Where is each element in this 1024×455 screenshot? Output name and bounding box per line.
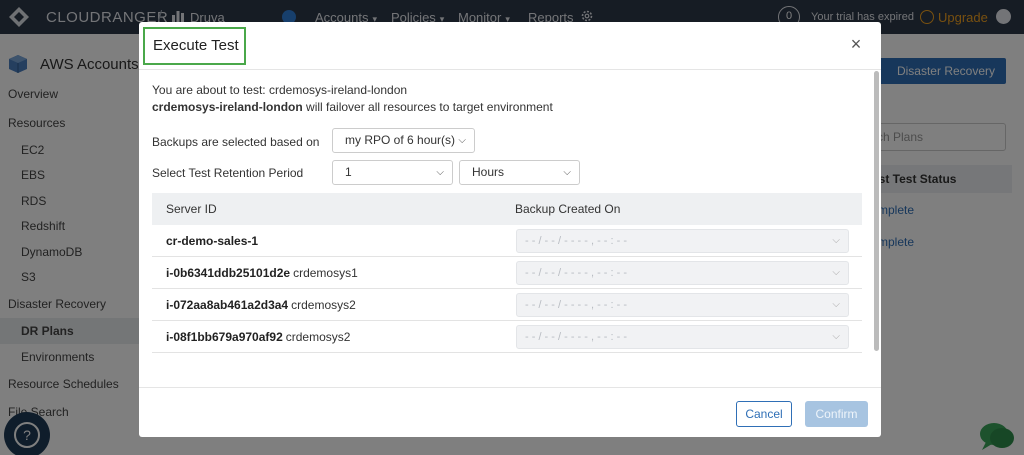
chevron-down-icon: ⌵ — [436, 167, 444, 178]
chevron-down-icon: ⌵ — [832, 331, 840, 342]
close-button[interactable]: × — [847, 35, 865, 54]
retention-period-dropdown[interactable]: 1 ⌵ — [332, 160, 453, 185]
footer-divider — [139, 387, 881, 388]
servers-table-header: Server ID Backup Created On — [152, 193, 862, 225]
server-id: i-0b6341ddb25101d2e crdemosys1 — [166, 266, 358, 280]
table-row: cr-demo-sales-1 - - / - - / - - - - , - … — [152, 225, 862, 257]
execute-test-modal: Execute Test × You are about to test: cr… — [139, 22, 881, 437]
server-id: cr-demo-sales-1 — [166, 234, 259, 248]
retention-label: Select Test Retention Period — [152, 166, 304, 180]
backups-label: Backups are selected based on — [152, 135, 320, 149]
chevron-down-icon: ⌵ — [832, 235, 840, 246]
chevron-down-icon: ⌵ — [458, 135, 466, 146]
chevron-down-icon: ⌵ — [832, 267, 840, 278]
dr-plan-name: crdemosys-ireland-london — [152, 100, 303, 114]
test-target-text: You are about to test: crdemosys-ireland… — [152, 83, 408, 97]
confirm-button[interactable]: Confirm — [805, 401, 868, 427]
column-server-id: Server ID — [166, 202, 217, 216]
retention-unit-dropdown[interactable]: Hours ⌵ — [459, 160, 580, 185]
failover-warning: crdemosys-ireland-london will failover a… — [152, 100, 553, 114]
modal-title: Execute Test — [143, 27, 246, 65]
backup-selection-dropdown[interactable]: my RPO of 6 hour(s) ⌵ — [332, 128, 475, 153]
retention-period-value: 1 — [345, 165, 352, 179]
server-name: crdemosys2 — [291, 298, 356, 312]
table-row: i-072aa8ab461a2d3a4 crdemosys2 - - / - - … — [152, 289, 862, 321]
server-id: i-08f1bb679a970af92 crdemosys2 — [166, 330, 351, 344]
backup-date-dropdown[interactable]: - - / - - / - - - - , - - : - - ⌵ — [516, 261, 849, 285]
backup-date-dropdown[interactable]: - - / - - / - - - - , - - : - - ⌵ — [516, 229, 849, 253]
table-row: i-08f1bb679a970af92 crdemosys2 - - / - - … — [152, 321, 862, 353]
backup-selection-value: my RPO of 6 hour(s) — [345, 133, 456, 147]
column-backup-created-on: Backup Created On — [515, 202, 621, 216]
failover-warning-text: will failover all resources to target en… — [302, 100, 553, 114]
modal-scrollbar[interactable] — [874, 71, 879, 351]
server-id: i-072aa8ab461a2d3a4 crdemosys2 — [166, 298, 356, 312]
chevron-down-icon: ⌵ — [563, 167, 571, 178]
cancel-button[interactable]: Cancel — [736, 401, 792, 427]
server-name: crdemosys2 — [285, 330, 351, 344]
server-name: crdemosys1 — [293, 266, 358, 280]
backup-date-dropdown[interactable]: - - / - - / - - - - , - - : - - ⌵ — [516, 325, 849, 349]
header-divider — [139, 69, 881, 70]
table-row: i-0b6341ddb25101d2e crdemosys1 - - / - - … — [152, 257, 862, 289]
chevron-down-icon: ⌵ — [832, 299, 840, 310]
backup-date-dropdown[interactable]: - - / - - / - - - - , - - : - - ⌵ — [516, 293, 849, 317]
retention-unit-value: Hours — [472, 165, 505, 179]
